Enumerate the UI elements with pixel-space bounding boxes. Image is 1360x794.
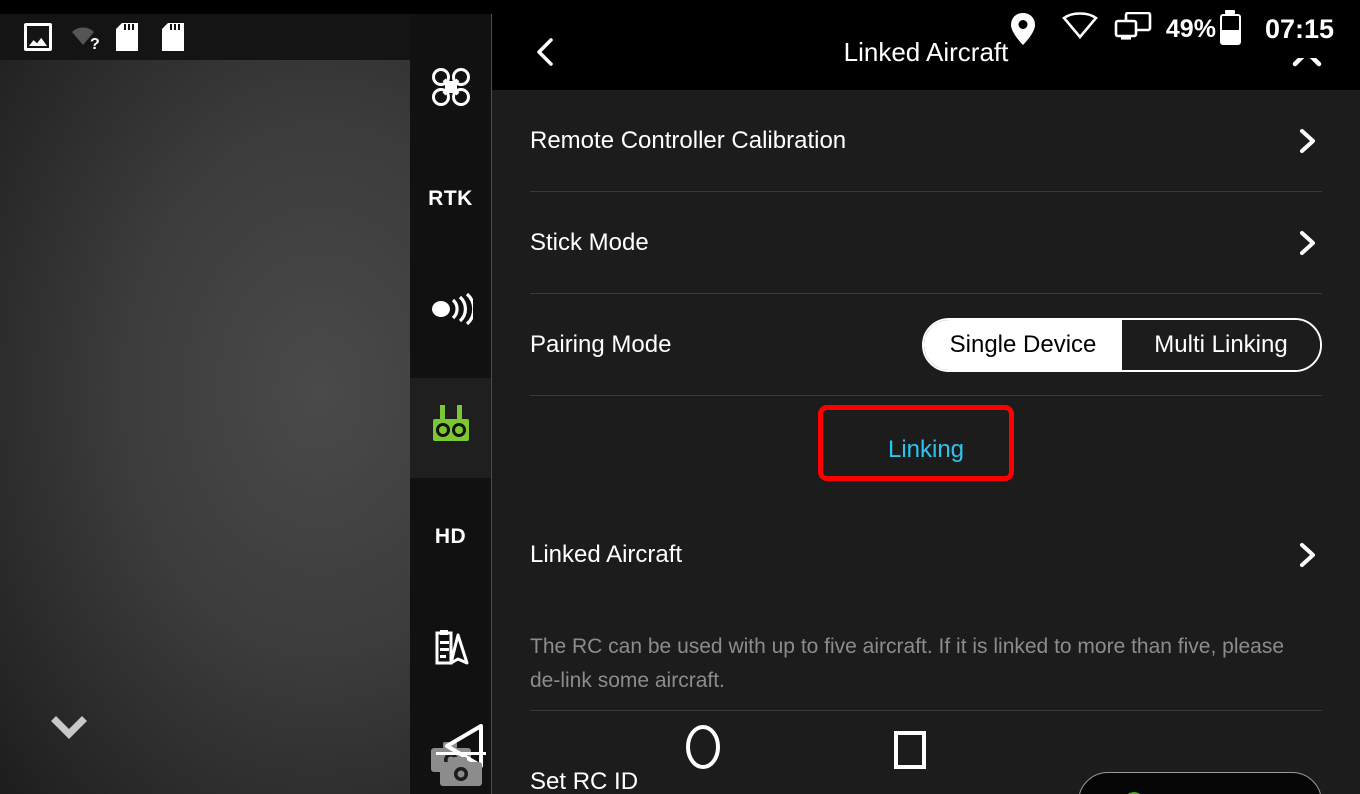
- linking-button-label: Linking: [887, 436, 965, 463]
- list-divider: [530, 710, 1322, 711]
- sidebar-item-transmission[interactable]: [410, 266, 491, 356]
- linking-button[interactable]: Linking: [818, 405, 1017, 481]
- sidebar-item-flight-record[interactable]: [410, 606, 491, 696]
- sidebar-item-hd[interactable]: HD: [410, 492, 491, 582]
- settings-panel: Linked Aircraft Remote Controller Calibr…: [492, 14, 1360, 794]
- wifi-icon: [1062, 12, 1098, 46]
- nav-home-icon[interactable]: [682, 722, 724, 772]
- sidebar-item-remote-controller[interactable]: [410, 378, 491, 478]
- system-status-bar: 49% 07:15: [1009, 0, 1360, 58]
- chevron-right-icon: [1294, 230, 1320, 256]
- cast-screen-icon: [1114, 11, 1152, 46]
- live-video-feed[interactable]: [0, 60, 410, 794]
- row-pairing-mode: Pairing Mode Single Device Multi Linking: [530, 294, 1322, 396]
- sd-card-2-icon: [162, 23, 190, 51]
- video-feed-panel: ?: [0, 0, 410, 794]
- row-label: Set RC ID: [530, 768, 639, 794]
- chevron-right-icon: [1294, 128, 1320, 154]
- segment-multi-linking[interactable]: Multi Linking: [1122, 319, 1320, 370]
- video-status-bar: ?: [0, 14, 410, 60]
- drone-icon: [431, 67, 471, 111]
- sidebar-item-rtk[interactable]: RTK: [410, 154, 491, 244]
- segment-single-device[interactable]: Single Device: [924, 319, 1122, 370]
- linking-button-row: Linking: [530, 396, 1322, 504]
- sidebar-item-label: HD: [434, 525, 467, 548]
- remote-controller-icon: [431, 403, 471, 454]
- settings-list: Remote Controller Calibration Stick Mode: [492, 90, 1360, 794]
- row-remote-controller-calibration[interactable]: Remote Controller Calibration: [530, 90, 1322, 192]
- row-label: Linked Aircraft: [530, 541, 683, 568]
- back-button[interactable]: [530, 36, 562, 68]
- row-linked-aircraft[interactable]: Linked Aircraft: [530, 504, 1322, 606]
- sidebar-item-label: RTK: [428, 187, 473, 210]
- nav-recents-icon[interactable]: [892, 730, 928, 770]
- transmission-signal-icon: [429, 292, 475, 330]
- row-label: Pairing Mode: [530, 330, 672, 358]
- row-label: Stick Mode: [530, 228, 649, 256]
- location-pin-icon: [1010, 12, 1044, 46]
- battery-indicator: 49%: [1165, 13, 1241, 45]
- row-stick-mode[interactable]: Stick Mode: [530, 192, 1322, 294]
- nav-camera-shortcut-icon[interactable]: [436, 752, 486, 788]
- chevron-down-icon[interactable]: [46, 705, 92, 751]
- set-rc-id-toggle[interactable]: [1078, 772, 1322, 794]
- sd-card-1-icon: [116, 23, 144, 51]
- chevron-right-icon: [1294, 542, 1320, 568]
- wifi-unknown-icon: ?: [70, 23, 100, 51]
- svg-text:?: ?: [90, 36, 100, 51]
- gallery-icon[interactable]: [24, 23, 52, 51]
- linked-aircraft-note: The RC can be used with up to five aircr…: [530, 635, 1285, 692]
- settings-tab-rail: RTK HD: [410, 14, 492, 794]
- app-screen: ? RTK HD Linked Aircraft Remote Controll…: [0, 0, 1360, 794]
- flight-record-icon: [431, 629, 471, 674]
- row-label: Remote Controller Calibration: [530, 126, 847, 154]
- pairing-mode-segmented-control[interactable]: Single Device Multi Linking: [922, 317, 1322, 372]
- clock-label: 07:15: [1264, 13, 1334, 44]
- battery-icon: [1219, 13, 1241, 45]
- sidebar-item-aircraft[interactable]: [410, 44, 491, 134]
- battery-percent-label: 49%: [1165, 14, 1216, 43]
